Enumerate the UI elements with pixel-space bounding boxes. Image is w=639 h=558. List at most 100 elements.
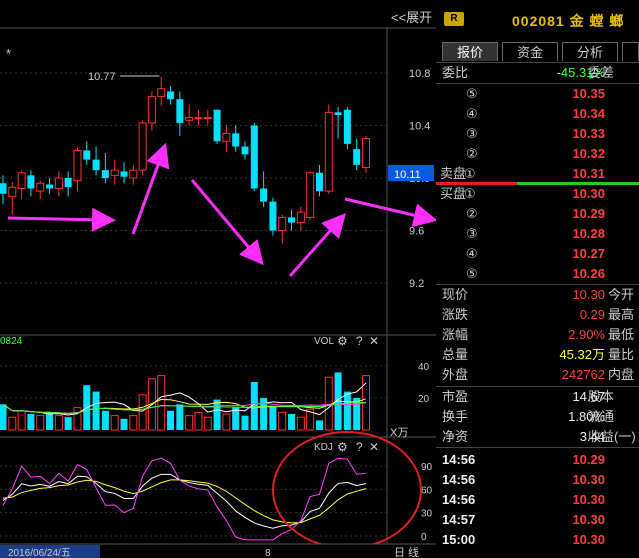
order-ratio-label: 委比 [442,65,469,80]
volume-bar [54,415,63,431]
sell-level-row: ④ 10.34 [436,104,639,124]
candle [54,171,63,197]
annotation-arrow [344,197,436,227]
kdj-title: KDJ [314,442,333,453]
buy-level-row: ④ 10.27 [436,244,639,264]
candle [8,181,17,215]
kdj-help-icon[interactable]: ? [356,440,363,454]
sell-level-2-price: 10.32 [572,146,605,161]
candle [241,141,249,160]
fundamental-label-2: 收益(一) [588,429,636,444]
tick-row: 15:00 10.30 [436,530,639,550]
candle [120,162,128,184]
quote-value: 2.90% [568,327,605,342]
volume-bar [203,416,212,431]
candle [27,170,35,197]
quote-label-2: 最高 [608,307,635,322]
date-label: 2016/06/24/五 [8,548,71,558]
candle [278,214,287,244]
buy-level-3-marker: ③ [466,226,478,241]
price-tick-label: 10.8 [409,68,430,80]
candle [213,109,221,144]
volume-bar [138,394,147,431]
candle [334,107,342,139]
price-tick-label: 10.4 [409,121,430,133]
tick-price: 10.30 [572,532,605,547]
quote-value: 10.30 [572,287,605,302]
vol-help-icon[interactable]: ? [356,334,363,348]
tick-row: 14:56 10.29 [436,450,639,470]
volume-bar [343,391,351,430]
candle [147,91,156,131]
quote-label: 涨幅 [442,327,469,342]
volume-bar [64,417,72,430]
candle [185,104,194,126]
kline-chart[interactable]: <<展开 * 10.810.410.09.69.2 4020 9060300 1… [0,0,436,558]
buy-level-5-price: 10.26 [572,266,605,281]
volume-bar [101,410,109,430]
candle [36,180,45,199]
candle [269,197,277,236]
vol-close-icon[interactable]: ✕ [369,334,379,348]
quote-label-2: 量比 [608,347,635,362]
order-ratio-row: 委比 -45.31% 委差 [436,63,639,83]
volume-bar [110,415,119,431]
volume-bar [92,391,100,430]
kdj-gear-icon[interactable]: ⚙ [337,440,348,454]
candle [296,206,305,231]
sell-level-3-marker: ③ [466,126,478,141]
candle [315,164,323,197]
annotation-arrow [288,213,346,277]
vol-tick-label: 40 [418,362,430,373]
kdj-close-icon[interactable]: ✕ [369,440,379,454]
quote-label-2: 最低 [608,327,635,342]
vol-title: VOL [314,336,334,347]
quote-tabs: 报价 资金 分析 [436,42,639,62]
period-label[interactable]: 日 线 [394,545,419,558]
stock-code: 002081 [512,13,565,29]
sell-level-2-marker: ② [466,146,478,161]
tick-time: 14:57 [442,512,476,527]
quote-value: 45.32万 [559,347,605,362]
kdj-tick-label: 0 [421,532,427,543]
sell-level-row: ② 10.32 [436,144,639,164]
tab-analysis[interactable]: 分析 [562,42,618,61]
tick-row: 14:56 10.30 [436,490,639,510]
candle [250,122,258,192]
buy-level-row: ② 10.29 [436,204,639,224]
sell-level-3-price: 10.33 [572,126,605,141]
volume-bar [269,406,277,430]
current-price-label: 10.11 [394,169,421,181]
tab-quote[interactable]: 报价 [442,42,498,61]
quote-row: 外盘 242762 内盘 [436,365,639,385]
buy-level-row: ⑤ 10.26 [436,264,639,284]
r-badge: R [444,12,464,26]
price-tick-label: 9.2 [409,278,424,290]
volume-bar [73,407,82,431]
sell-level-4-marker: ④ [466,106,478,121]
expand-button[interactable]: <<展开 [391,10,432,25]
candle [138,120,147,176]
quote-label-2: 今开 [608,287,635,302]
tab-funds[interactable]: 资金 [502,42,558,61]
candle [46,178,54,194]
tick-price: 10.30 [572,472,605,487]
stock-code-name: 002081 金 螳 螂 [512,11,624,31]
candle [306,171,315,220]
tab-more[interactable] [622,42,639,61]
high-annotation: 10.77 [88,71,116,83]
stock-name: 金 螳 螂 [569,13,625,29]
candle [194,109,203,126]
sell-level-1-price: 10.31 [572,166,605,181]
candle [260,171,268,207]
tick-time: 15:00 [442,532,476,547]
volume-bar [241,415,249,430]
vol-gear-icon[interactable]: ⚙ [337,334,348,348]
volume-bar [288,414,296,430]
sell-level-4-price: 10.34 [572,106,605,121]
quote-label: 外盘 [442,367,469,382]
fundamental-label-2: 流通 [588,409,615,424]
buy-level-4-price: 10.27 [572,246,605,261]
volume-bar [17,410,26,431]
volume-bar [315,420,323,430]
